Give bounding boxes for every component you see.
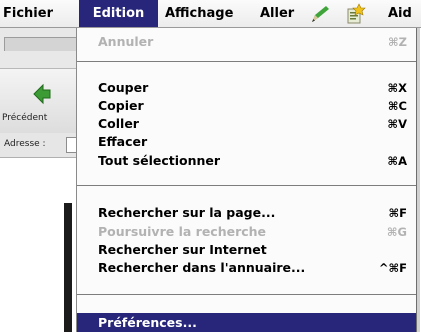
menu-item-poursuivre-recherche[interactable]: Poursuivre la recherche ⌘G xyxy=(77,223,416,241)
back-button[interactable]: Précédent xyxy=(0,69,80,133)
menu-separator xyxy=(77,185,416,186)
page-dark-strip xyxy=(64,203,72,332)
menu-item-copier[interactable]: Copier ⌘C xyxy=(77,97,416,115)
menu-item-rechercher-annuaire[interactable]: Rechercher dans l'annuaire... ^⌘F xyxy=(77,259,416,277)
address-bar: Adresse : xyxy=(0,133,81,158)
menu-affichage[interactable]: Affichage xyxy=(165,0,233,27)
pencil-icon[interactable] xyxy=(309,4,331,28)
browser-top-bar xyxy=(4,37,81,51)
menu-fichier[interactable]: Fichier xyxy=(3,0,53,27)
browser-window: Précédent Adresse : xyxy=(0,28,81,332)
menu-bar: Fichier Edition Affichage Aller Aid xyxy=(0,0,421,28)
back-arrow-icon xyxy=(33,83,51,109)
menu-aller[interactable]: Aller xyxy=(260,0,294,27)
menu-item-annuler[interactable]: Annuler ⌘Z xyxy=(77,33,416,51)
menu-edition[interactable]: Edition xyxy=(79,0,158,27)
menu-item-tout-selectionner[interactable]: Tout sélectionner ⌘A xyxy=(77,152,416,170)
browser-toolbar: Précédent xyxy=(0,68,80,134)
address-label: Adresse : xyxy=(4,139,46,149)
screen: Fichier Edition Affichage Aller Aid Préc… xyxy=(0,0,421,332)
edition-menu: Annuler ⌘Z Couper ⌘X Copier ⌘C Coller ⌘V… xyxy=(76,28,417,332)
menu-item-preferences[interactable]: Préférences... xyxy=(77,313,416,332)
menu-item-rechercher-internet[interactable]: Rechercher sur Internet xyxy=(77,241,416,259)
menu-item-couper[interactable]: Couper ⌘X xyxy=(77,79,416,97)
menu-aide[interactable]: Aid xyxy=(388,0,412,27)
favorites-icon[interactable] xyxy=(345,3,367,29)
menu-item-effacer[interactable]: Effacer xyxy=(77,133,416,151)
menu-separator xyxy=(77,294,416,295)
menu-separator xyxy=(77,61,416,62)
menu-item-coller[interactable]: Coller ⌘V xyxy=(77,115,416,133)
menu-item-rechercher-page[interactable]: Rechercher sur la page... ⌘F xyxy=(77,204,416,222)
back-button-label: Précédent xyxy=(2,113,48,123)
